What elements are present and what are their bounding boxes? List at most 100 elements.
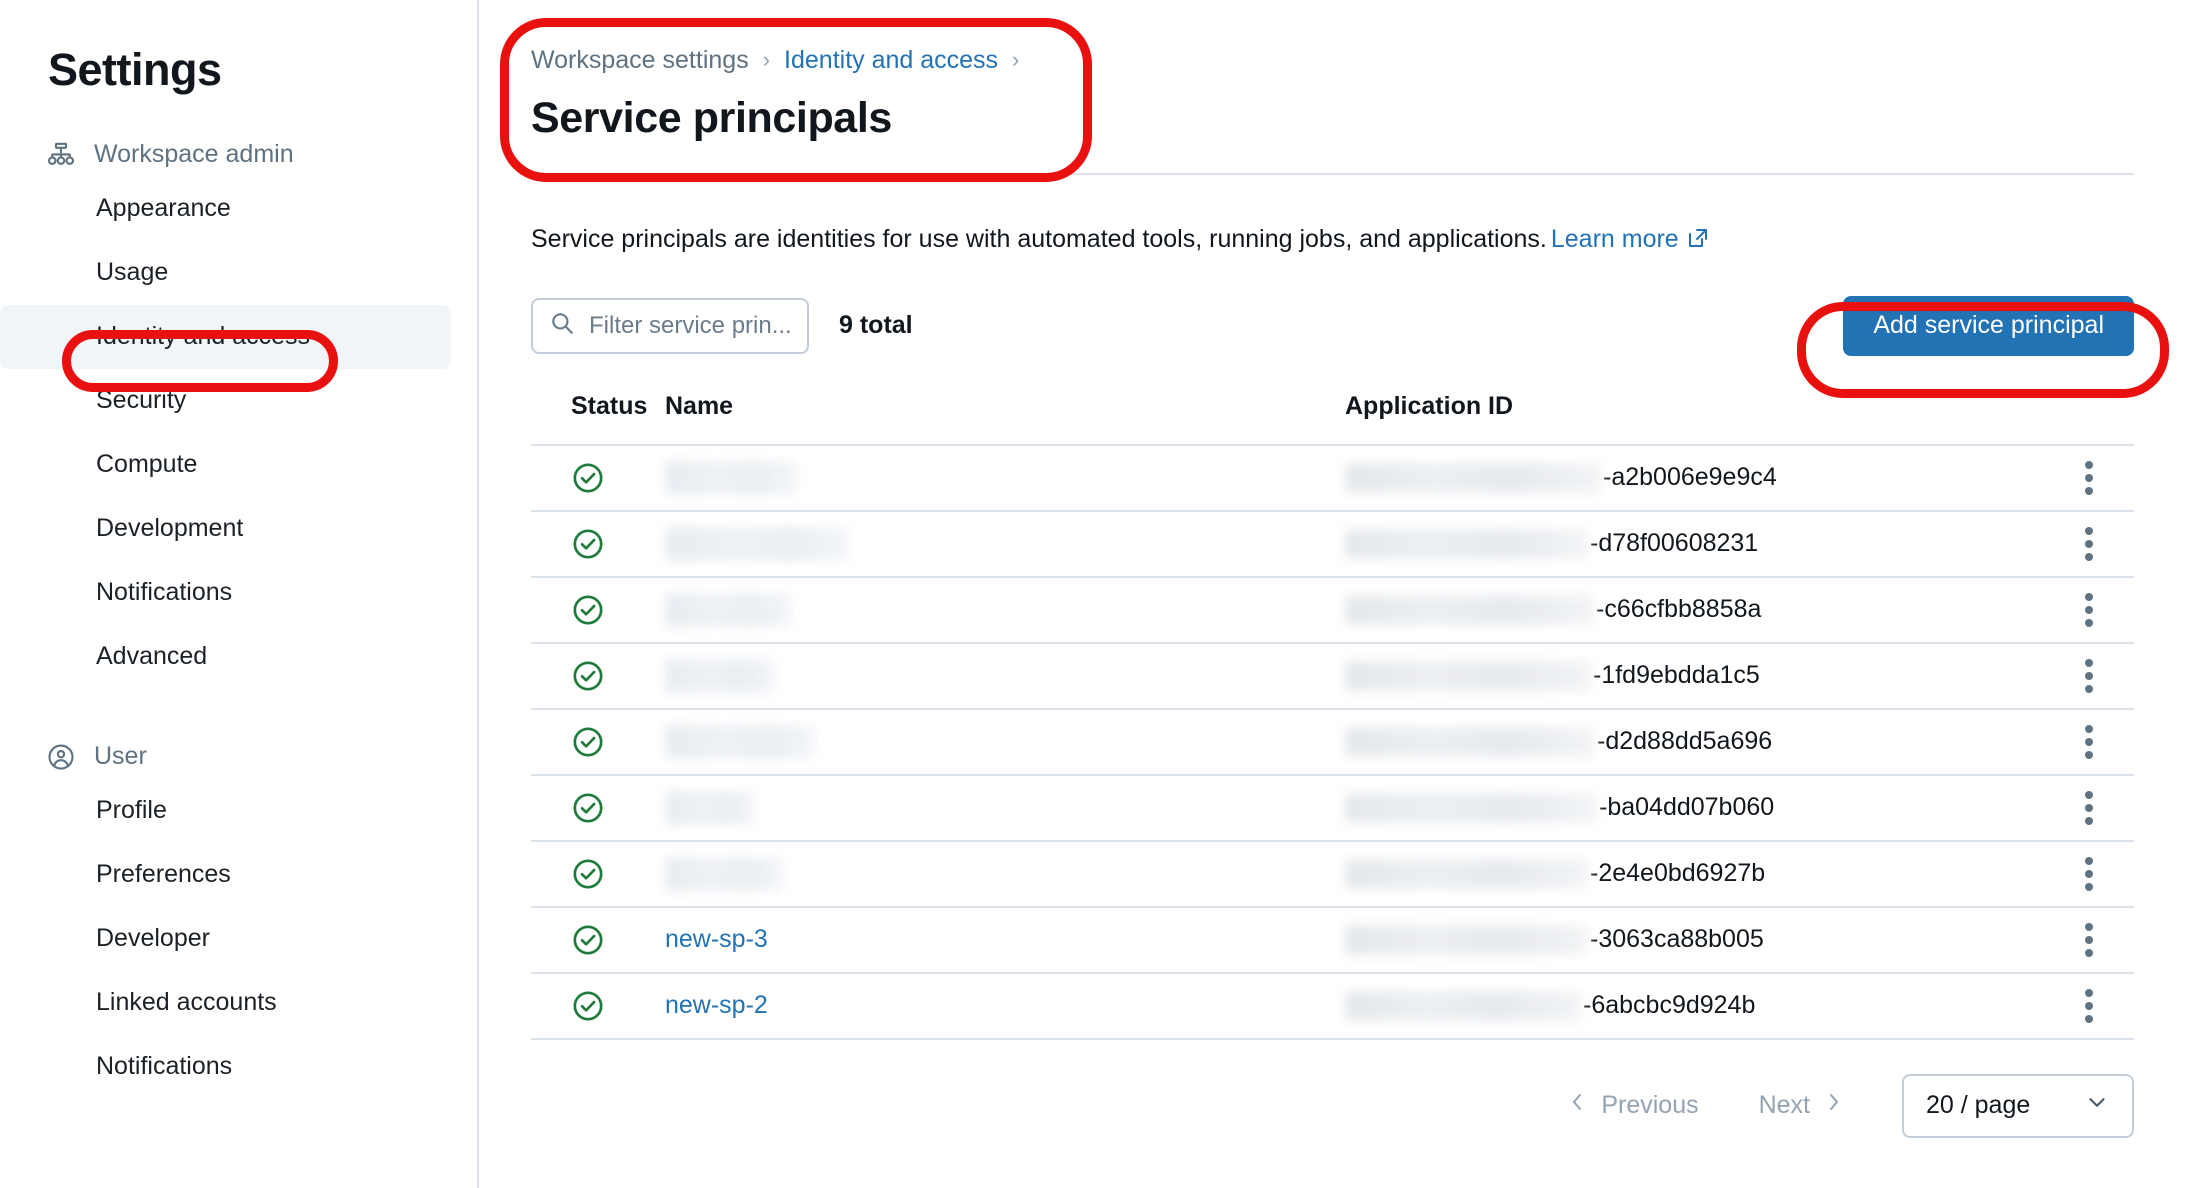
sidebar-item-compute[interactable]: Compute xyxy=(0,433,451,497)
sidebar-item-label: Appearance xyxy=(96,194,231,222)
search-icon xyxy=(549,310,575,341)
breadcrumb-item-0: Workspace settings xyxy=(531,45,749,74)
kebab-menu-icon[interactable] xyxy=(2077,651,2101,701)
check-circle-icon xyxy=(571,989,605,1023)
sidebar-item-security[interactable]: Security xyxy=(0,369,451,433)
redacted-name xyxy=(665,592,791,627)
add-service-principal-button[interactable]: Add service principal xyxy=(1843,295,2134,356)
table-row: -a2b006e9e9c4 xyxy=(531,446,2134,512)
row-menu-cell xyxy=(2044,585,2134,635)
kebab-menu-icon[interactable] xyxy=(2077,849,2101,899)
learn-more-link[interactable]: Learn more xyxy=(1551,225,1679,253)
name-cell: new-sp-3 xyxy=(665,925,1345,954)
row-menu-cell xyxy=(2044,849,2134,899)
status-cell xyxy=(531,923,665,957)
application-id-cell: -d78f00608231 xyxy=(1345,528,2044,559)
page-description: Service principals are identities for us… xyxy=(479,175,2186,260)
total-count-label: 9 total xyxy=(839,311,913,340)
check-circle-icon xyxy=(571,659,605,693)
application-id-suffix: -a2b006e9e9c4 xyxy=(1603,463,1777,492)
page-size-select[interactable]: 20 / page xyxy=(1902,1073,2134,1138)
description-text: Service principals are identities for us… xyxy=(531,225,1547,253)
status-cell xyxy=(531,461,665,495)
hierarchy-icon xyxy=(46,140,76,170)
sidebar-item-identity-and-access[interactable]: Identity and access xyxy=(0,304,451,369)
sidebar-item-developer[interactable]: Developer xyxy=(0,907,451,971)
sidebar-item-profile[interactable]: Profile xyxy=(0,779,451,843)
sidebar-group-header: User xyxy=(0,735,477,779)
sidebar-item-label: Security xyxy=(96,386,187,414)
status-cell xyxy=(531,659,665,693)
status-cell xyxy=(531,791,665,825)
sidebar-item-preferences[interactable]: Preferences xyxy=(0,843,451,907)
check-circle-icon xyxy=(571,857,605,891)
name-cell xyxy=(665,790,1345,825)
status-cell xyxy=(531,857,665,891)
table-row: -1fd9ebdda1c5 xyxy=(531,644,2134,710)
redacted-application-id-prefix xyxy=(1345,660,1591,691)
kebab-menu-icon[interactable] xyxy=(2077,453,2101,503)
application-id-suffix: -c66cfbb8858a xyxy=(1596,595,1762,624)
page-header: Workspace settings › Identity and access › … xyxy=(479,0,2186,143)
application-id-cell: -2e4e0bd6927b xyxy=(1345,858,2044,889)
sidebar-group-label: Workspace admin xyxy=(94,140,294,168)
chevron-right-icon xyxy=(1824,1090,1844,1121)
table-header-row: Status Name Application ID xyxy=(531,392,2134,446)
redacted-application-id-prefix xyxy=(1345,792,1597,823)
check-circle-icon xyxy=(571,791,605,825)
page-title: Service principals xyxy=(531,94,892,142)
previous-label: Previous xyxy=(1601,1091,1699,1120)
next-page-button[interactable]: Next xyxy=(1741,1090,1862,1121)
table-row: -d2d88dd5a696 xyxy=(531,710,2134,776)
service-principal-name-link[interactable]: new-sp-2 xyxy=(665,991,768,1019)
status-cell xyxy=(531,725,665,759)
sidebar-item-label: Preferences xyxy=(96,860,231,888)
sidebar-item-linked-accounts[interactable]: Linked accounts xyxy=(0,971,451,1035)
status-cell xyxy=(531,593,665,627)
previous-page-button[interactable]: Previous xyxy=(1549,1090,1716,1121)
redacted-application-id-prefix xyxy=(1345,990,1581,1021)
table-row: new-sp-2 -6abcbc9d924b xyxy=(531,974,2134,1040)
redacted-application-id-prefix xyxy=(1345,858,1588,889)
application-id-cell: -3063ca88b005 xyxy=(1345,924,2044,955)
kebab-menu-icon[interactable] xyxy=(2077,585,2101,635)
main-content: Workspace settings › Identity and access › … xyxy=(479,0,2186,1188)
sidebar-item-label: Identity and access xyxy=(96,322,311,350)
table-toolbar: Filter service prin... 9 total Add servi… xyxy=(479,260,2186,356)
application-id-cell: -c66cfbb8858a xyxy=(1345,594,2044,625)
sidebar-item-notifications[interactable]: Notifications xyxy=(0,1035,451,1099)
column-header-status: Status xyxy=(571,391,648,420)
sidebar-item-development[interactable]: Development xyxy=(0,497,451,561)
kebab-menu-icon[interactable] xyxy=(2077,519,2101,569)
row-menu-cell xyxy=(2044,915,2134,965)
sidebar-item-advanced[interactable]: Advanced xyxy=(0,625,451,689)
breadcrumb-separator: › xyxy=(762,47,771,72)
kebab-menu-icon[interactable] xyxy=(2077,981,2101,1031)
sidebar-item-label: Compute xyxy=(96,450,198,478)
name-cell xyxy=(665,724,1345,759)
sidebar-item-label: Advanced xyxy=(96,642,208,670)
user-circle-icon xyxy=(46,742,76,772)
service-principal-name-link[interactable]: new-sp-3 xyxy=(665,925,768,953)
sidebar-item-notifications[interactable]: Notifications xyxy=(0,561,451,625)
breadcrumb-item-1[interactable]: Identity and access xyxy=(784,46,998,75)
sidebar-item-appearance[interactable]: Appearance xyxy=(0,177,451,241)
table-row: -c66cfbb8858a xyxy=(531,578,2134,644)
check-circle-icon xyxy=(571,725,605,759)
name-cell xyxy=(665,592,1345,627)
filter-service-principals-input[interactable]: Filter service prin... xyxy=(531,297,809,354)
check-circle-icon xyxy=(571,527,605,561)
table-row: -d78f00608231 xyxy=(531,512,2134,578)
sidebar-nav: Workspace admin Appearance Usage Identity a… xyxy=(0,133,477,1099)
application-id-suffix: -d2d88dd5a696 xyxy=(1597,727,1773,756)
application-id-suffix: -2e4e0bd6927b xyxy=(1590,859,1766,888)
table-body: -a2b006e9e9c4 -d78f00608231 -c66cfbb8858a -… xyxy=(531,446,2134,1040)
sidebar-item-usage[interactable]: Usage xyxy=(0,241,451,305)
kebab-menu-icon[interactable] xyxy=(2077,783,2101,833)
application-id-cell: -1fd9ebdda1c5 xyxy=(1345,660,2044,691)
check-circle-icon xyxy=(571,923,605,957)
sidebar-item-label: Notifications xyxy=(96,578,233,606)
redacted-application-id-prefix xyxy=(1345,924,1588,955)
kebab-menu-icon[interactable] xyxy=(2077,717,2101,767)
kebab-menu-icon[interactable] xyxy=(2077,915,2101,965)
